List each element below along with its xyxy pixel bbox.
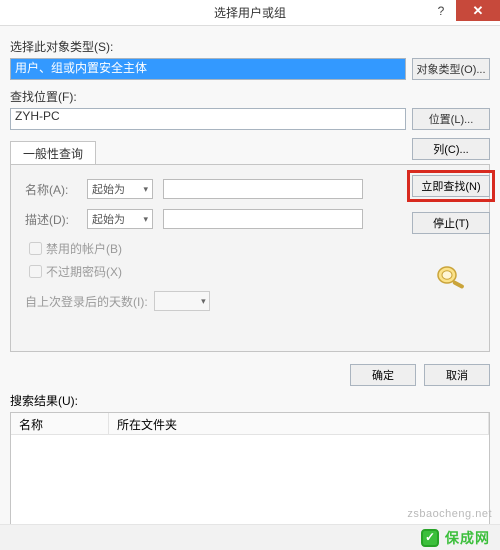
chevron-down-icon: ▾: [143, 214, 148, 225]
find-now-button[interactable]: 立即查找(N): [412, 175, 490, 197]
col-folder[interactable]: 所在文件夹: [109, 413, 489, 434]
chevron-down-icon: ▾: [143, 184, 148, 195]
last-login-select[interactable]: ▾: [154, 291, 210, 311]
results-header: 名称 所在文件夹: [11, 413, 489, 435]
ok-button[interactable]: 确定: [350, 364, 416, 386]
dialog-title: 选择用户或组: [214, 4, 286, 21]
find-now-highlight: 立即查找(N): [407, 170, 495, 202]
dialog-buttons: 确定 取消: [0, 364, 490, 386]
desc-input[interactable]: [163, 209, 363, 229]
cancel-button[interactable]: 取消: [424, 364, 490, 386]
location-label: 查找位置(F):: [10, 88, 490, 105]
desc-label: 描述(D):: [25, 211, 87, 228]
brand-text: 保成网: [445, 528, 490, 548]
tab-general-query[interactable]: 一般性查询: [10, 141, 96, 165]
object-type-field[interactable]: 用户、组或内置安全主体: [10, 58, 406, 80]
brand-bar: 保成网: [0, 524, 500, 550]
nonexpiring-pwd-checkbox[interactable]: [29, 265, 42, 278]
disabled-accounts-checkbox[interactable]: [29, 242, 42, 255]
brand-icon: [421, 529, 439, 547]
desc-match-select[interactable]: 起始为▾: [87, 209, 153, 229]
nonexpiring-pwd-label: 不过期密码(X): [46, 263, 122, 280]
results-label: 搜索结果(U):: [10, 392, 500, 409]
name-input[interactable]: [163, 179, 363, 199]
location-field[interactable]: ZYH-PC: [10, 108, 406, 130]
object-types-button[interactable]: 对象类型(O)...: [412, 58, 490, 80]
name-label: 名称(A):: [25, 181, 87, 198]
col-name[interactable]: 名称: [11, 413, 109, 434]
watermark: zsbaocheng.net: [407, 508, 492, 520]
columns-button[interactable]: 列(C)...: [412, 138, 490, 160]
disabled-accounts-label: 禁用的帐户(B): [46, 240, 122, 257]
search-icon: [433, 264, 469, 290]
title-bar: 选择用户或组 ? ✕: [0, 0, 500, 26]
chevron-down-icon: ▾: [201, 296, 206, 307]
close-button[interactable]: ✕: [456, 0, 500, 21]
locations-button[interactable]: 位置(L)...: [412, 108, 490, 130]
right-button-column: 列(C)... 立即查找(N) 停止(T): [412, 138, 490, 290]
stop-button[interactable]: 停止(T): [412, 212, 490, 234]
help-button[interactable]: ?: [426, 0, 456, 21]
name-match-select[interactable]: 起始为▾: [87, 179, 153, 199]
last-login-label: 自上次登录后的天数(I):: [25, 293, 148, 310]
window-buttons: ? ✕: [426, 0, 500, 21]
object-type-label: 选择此对象类型(S):: [10, 38, 490, 55]
